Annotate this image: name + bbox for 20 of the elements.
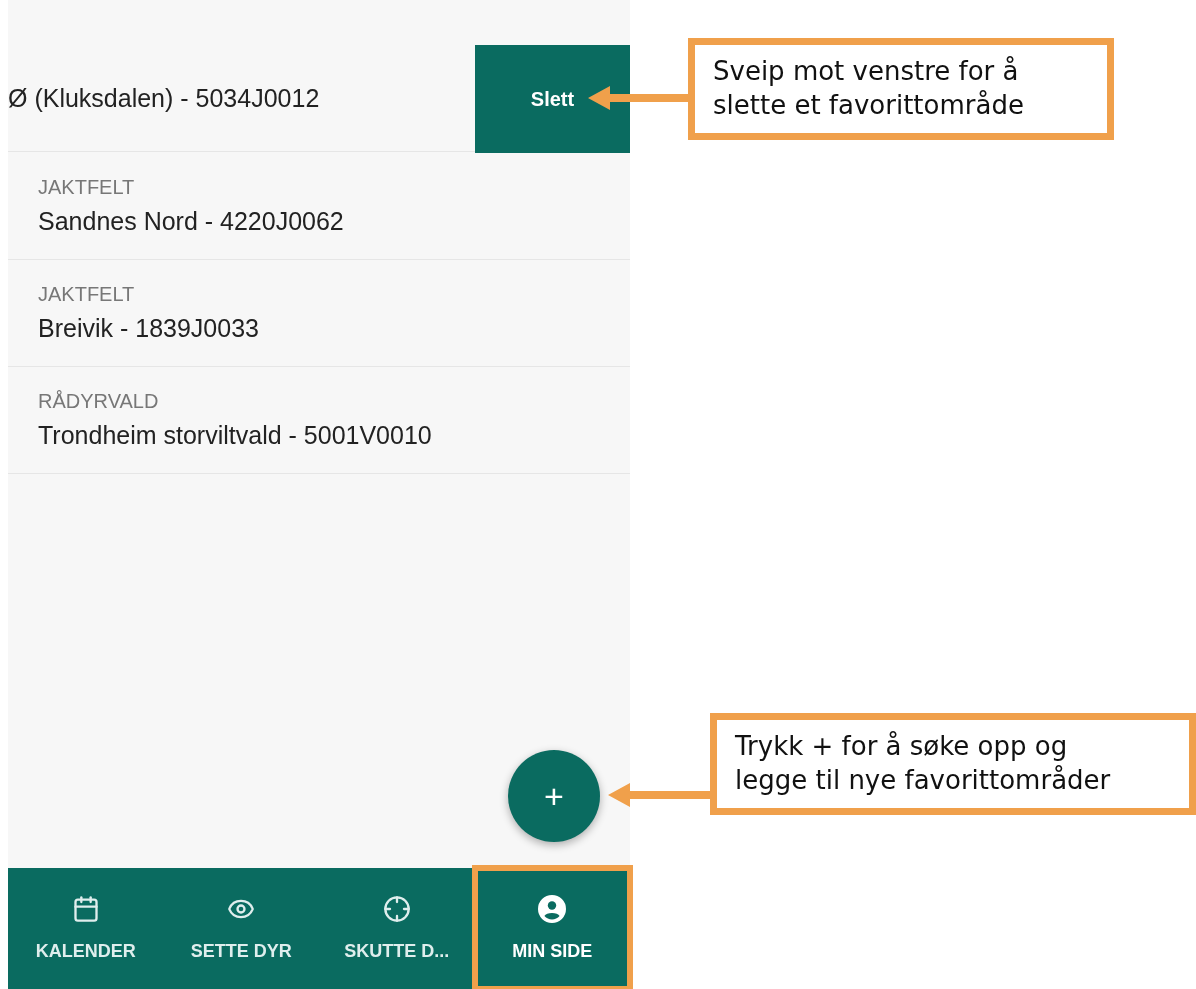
- list-item[interactable]: RÅDYRVALD Trondheim storviltvald - 5001V0010: [8, 367, 630, 474]
- item-category: JAKTFELT: [38, 176, 136, 199]
- callout-text: Sveip mot venstre for å slette et favorittområde: [688, 38, 1114, 140]
- arrow-icon: [608, 783, 712, 807]
- delete-button[interactable]: Slett: [475, 45, 630, 153]
- list-item[interactable]: JAKTFELT Sandnes Nord - 4220J0062: [8, 153, 630, 260]
- arrow-icon: [588, 86, 690, 110]
- item-category: RÅDYRVALD: [38, 390, 160, 413]
- item-name: Ø (Kluksdalen) - 5034J0012: [8, 83, 321, 113]
- nav-tab[interactable]: MIN SIDE: [474, 868, 630, 989]
- callout-text: Trykk + for å søke opp og legge til nye favorittområder: [710, 713, 1196, 815]
- account-icon: [538, 895, 567, 923]
- calendar-icon: [71, 895, 100, 923]
- list-item[interactable]: JAKTFELT Breivik - 1839J0033: [8, 260, 630, 367]
- item-category: JAKTFELT: [38, 283, 136, 306]
- add-button[interactable]: +: [508, 750, 600, 842]
- item-name: Sandnes Nord - 4220J0062: [38, 207, 345, 236]
- item-name: Trondheim storviltvald - 5001V0010: [38, 421, 433, 450]
- item-name: Breivik - 1839J0033: [38, 314, 260, 343]
- crosshair-icon: [382, 895, 411, 923]
